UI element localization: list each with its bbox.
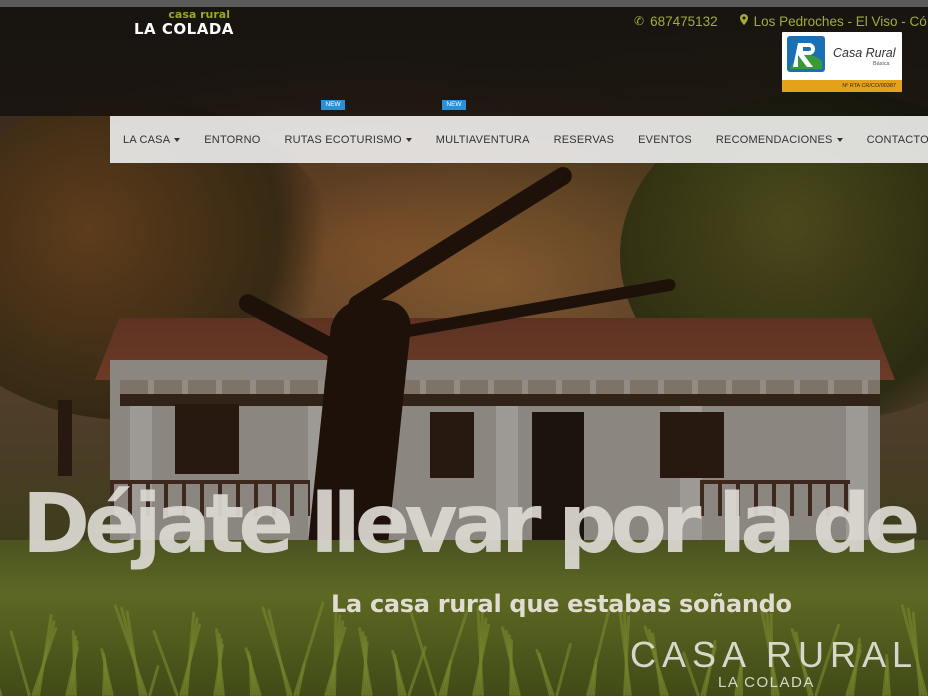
location-text: Los Pedroches - El Viso - Có (753, 13, 927, 29)
main-navigation: LA CASA ENTORNO RUTAS ECOTURISMO MULTIAV… (110, 116, 928, 163)
badge-category: Básica (873, 61, 890, 67)
top-strip (0, 0, 928, 7)
nav-item-label: ENTORNO (204, 133, 261, 146)
casa-rural-certificate-badge[interactable]: Casa Rural Básica Nº RTA CR/CO/00387 (782, 32, 902, 92)
r-logo-icon (787, 36, 825, 72)
site-logo[interactable]: casa rural LA COLADA (134, 9, 244, 38)
caret-down-icon (405, 137, 412, 142)
nav-item-reservas[interactable]: RESERVAS (554, 134, 615, 146)
hero-headline: Déjate llevar por la de (22, 477, 920, 572)
nav-item-label: RUTAS ECOTURISMO (284, 133, 402, 146)
caret-down-icon (836, 137, 843, 142)
phone-link[interactable]: ✆ 687475132 (634, 14, 718, 29)
nav-item-multiaventura[interactable]: MULTIAVENTURA (436, 134, 530, 146)
phone-number: 687475132 (650, 13, 718, 29)
phone-icon: ✆ (634, 14, 645, 28)
hero-subheadline: La casa rural que estabas soñando (331, 590, 792, 618)
nav-item-la-casa[interactable]: LA CASA (123, 133, 181, 146)
nav-item-eventos[interactable]: EVENTOS (638, 134, 692, 146)
location-link[interactable]: Los Pedroches - El Viso - Có (739, 13, 927, 29)
new-tag-multiaventura: NEW (442, 100, 466, 110)
nav-item-label: RECOMENDACIONES (715, 133, 833, 146)
new-tag-rutas: NEW (321, 100, 345, 110)
nav-item-label: CONTACTO (866, 133, 928, 146)
nav-item-label: EVENTOS (638, 133, 692, 146)
badge-registry-number: Nº RTA CR/CO/00387 (782, 80, 902, 92)
hero-brand-title: CASA RURAL (630, 634, 919, 675)
caret-down-icon (174, 137, 181, 142)
nav-item-entorno[interactable]: ENTORNO (204, 134, 260, 146)
nav-item-recomendaciones[interactable]: RECOMENDACIONES (716, 134, 843, 146)
nav-item-label: MULTIAVENTURA (435, 133, 530, 146)
badge-title: Casa Rural (833, 46, 896, 60)
hero-brand-subtitle: LA COLADA (718, 674, 815, 691)
nav-item-label: LA CASA (123, 133, 171, 146)
nav-item-contacto[interactable]: CONTACTO (867, 134, 928, 146)
contact-info: ✆ 687475132 Los Pedroches - El Viso - Có (634, 12, 928, 30)
nav-item-label: RESERVAS (553, 133, 615, 146)
map-marker-icon (739, 14, 748, 28)
logo-name: LA COLADA (134, 20, 234, 38)
top-header: casa rural LA COLADA ✆ 687475132 Los Ped… (0, 0, 928, 116)
nav-item-rutas-ecoturismo[interactable]: RUTAS ECOTURISMO (284, 133, 412, 146)
